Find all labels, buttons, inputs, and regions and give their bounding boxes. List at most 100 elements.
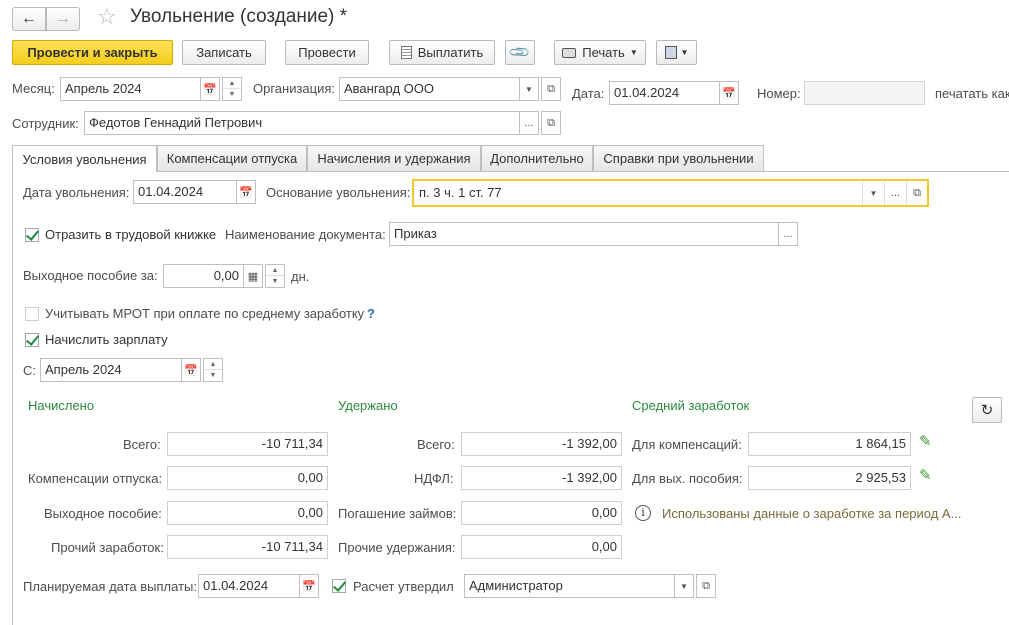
date-label: Дата: xyxy=(572,86,605,101)
dismissal-date-label: Дата увольнения: xyxy=(23,185,130,200)
refresh-button[interactable]: ↻ xyxy=(972,397,1002,423)
refresh-icon: ↻ xyxy=(980,402,994,419)
accrued-severance-value: 0,00 xyxy=(167,501,328,525)
withheld-ndfl-label: НДФЛ: xyxy=(414,471,454,486)
approved-by-input[interactable]: Администратор xyxy=(464,574,675,598)
organization-dropdown-icon[interactable]: ▼ xyxy=(519,77,539,101)
document-icon xyxy=(400,46,412,59)
tab-accruals-deductions[interactable]: Начисления и удержания xyxy=(307,145,481,171)
average-info-link[interactable]: Использованы данные о заработке за перио… xyxy=(662,506,961,522)
post-button[interactable]: Провести xyxy=(285,40,369,65)
forward-button[interactable]: → xyxy=(46,7,80,31)
calendar-icon[interactable]: 📅 xyxy=(181,358,201,382)
withheld-header: Удержано xyxy=(338,398,398,413)
accrue-salary-checkbox[interactable] xyxy=(25,333,39,347)
spinner-down-icon[interactable]: ▼ xyxy=(266,276,284,287)
from-month-spinner[interactable]: ▲ ▼ xyxy=(203,358,223,382)
month-label: Месяц: xyxy=(12,81,55,96)
favorite-star-icon[interactable]: ☆ xyxy=(97,4,117,30)
severance-unit-label: дн. xyxy=(291,269,310,284)
calculator-icon[interactable]: ▦ xyxy=(243,264,263,288)
organization-input[interactable]: Авангард ООО xyxy=(339,77,520,101)
save-button[interactable]: Записать xyxy=(182,40,266,65)
dismissal-reason-label: Основание увольнения: xyxy=(266,185,411,200)
severance-spinner[interactable]: ▲ ▼ xyxy=(265,264,285,288)
arrow-right-icon: → xyxy=(55,10,71,27)
print-button[interactable]: Печать ▼ xyxy=(554,40,646,65)
approved-label: Расчет утвердил xyxy=(353,579,454,594)
attachment-button[interactable]: 📎 xyxy=(505,40,535,65)
spinner-up-icon[interactable]: ▲ xyxy=(204,359,222,370)
average-earnings-header: Средний заработок xyxy=(632,398,750,413)
organization-label: Организация: xyxy=(253,81,336,96)
tab-additional[interactable]: Дополнительно xyxy=(481,145,593,171)
withheld-other-value: 0,00 xyxy=(461,535,622,559)
calendar-icon[interactable]: 📅 xyxy=(200,77,220,101)
employee-input[interactable]: Федотов Геннадий Петрович xyxy=(84,111,520,135)
dismissal-date-input[interactable]: 01.04.2024 xyxy=(133,180,237,204)
tab-vacation-compensation[interactable]: Компенсации отпуска xyxy=(157,145,307,171)
spinner-down-icon[interactable]: ▼ xyxy=(204,370,222,381)
organization-open-icon[interactable]: ⧉ xyxy=(541,77,561,101)
calendar-icon[interactable]: 📅 xyxy=(299,574,319,598)
average-severance-label: Для вых. пособия: xyxy=(632,471,743,486)
paperclip-icon: 📎 xyxy=(507,40,532,64)
tab-dismissal-conditions[interactable]: Условия увольнения xyxy=(12,145,157,172)
help-icon[interactable]: ? xyxy=(367,306,375,322)
spinner-up-icon[interactable]: ▲ xyxy=(266,265,284,276)
dismissal-reason-open-icon[interactable]: ⧉ xyxy=(906,181,927,205)
approved-by-dropdown-icon[interactable]: ▼ xyxy=(674,574,694,598)
post-and-close-button[interactable]: Провести и закрыть xyxy=(12,40,173,65)
accrued-total-value: -10 711,34 xyxy=(167,432,328,456)
pay-button[interactable]: Выплатить xyxy=(389,40,495,65)
average-severance-value: 2 925,53 xyxy=(748,466,911,490)
month-spinner[interactable]: ▲ ▼ xyxy=(222,77,242,101)
doc-name-select-icon[interactable]: ... xyxy=(778,222,798,246)
withheld-ndfl-value: -1 392,00 xyxy=(461,466,622,490)
average-comp-value: 1 864,15 xyxy=(748,432,911,456)
planned-date-input[interactable]: 01.04.2024 xyxy=(198,574,300,598)
approved-checkbox[interactable] xyxy=(332,579,346,593)
number-input[interactable] xyxy=(804,81,925,105)
edit-pencil-icon[interactable]: ✎ xyxy=(919,432,932,450)
arrow-left-icon: ← xyxy=(21,10,37,27)
pay-button-label: Выплатить xyxy=(417,45,484,60)
printer-icon xyxy=(562,47,577,58)
reflect-workbook-checkbox[interactable] xyxy=(25,228,39,242)
date-input[interactable]: 01.04.2024 xyxy=(609,81,720,105)
tab-certificates[interactable]: Справки при увольнении xyxy=(593,145,764,171)
document-add-icon xyxy=(664,46,677,59)
from-month-input[interactable]: Апрель 2024 xyxy=(40,358,182,382)
average-comp-label: Для компенсаций: xyxy=(632,437,742,452)
accrued-vacation-value: 0,00 xyxy=(167,466,328,490)
dismissal-reason-dropdown-icon[interactable]: ▼ xyxy=(862,181,884,205)
severance-days-input[interactable]: 0,00 xyxy=(163,264,244,288)
from-label: С: xyxy=(23,363,36,378)
back-button[interactable]: ← xyxy=(12,7,46,31)
withheld-loans-label: Погашение займов: xyxy=(338,506,457,521)
month-input[interactable]: Апрель 2024 xyxy=(60,77,201,101)
accrued-other-label: Прочий заработок: xyxy=(51,540,164,555)
calendar-icon[interactable]: 📅 xyxy=(236,180,256,204)
calendar-icon[interactable]: 📅 xyxy=(719,81,739,105)
accrued-vacation-label: Компенсации отпуска: xyxy=(28,471,163,486)
dismissal-reason-select-icon[interactable]: ... xyxy=(884,181,906,205)
more-actions-button[interactable]: ▼ xyxy=(656,40,697,65)
employee-select-icon[interactable]: ... xyxy=(519,111,539,135)
approved-by-open-icon[interactable]: ⧉ xyxy=(696,574,716,598)
employee-label: Сотрудник: xyxy=(12,116,79,131)
accrued-other-value: -10 711,34 xyxy=(167,535,328,559)
dismissal-reason-input[interactable]: п. 3 ч. 1 ст. 77 xyxy=(419,185,502,200)
severance-days-label: Выходное пособие за: xyxy=(23,268,158,283)
doc-name-input[interactable]: Приказ xyxy=(389,222,779,246)
reflect-workbook-label: Отразить в трудовой книжке xyxy=(45,227,217,242)
withheld-loans-value: 0,00 xyxy=(461,501,622,525)
doc-name-label: Наименование документа: xyxy=(225,227,386,242)
mrot-label: Учитывать МРОТ при оплате по среднему за… xyxy=(45,306,365,321)
mrot-checkbox[interactable] xyxy=(25,307,39,321)
employee-open-icon[interactable]: ⧉ xyxy=(541,111,561,135)
edit-pencil-icon[interactable]: ✎ xyxy=(919,466,932,484)
withheld-total-label: Всего: xyxy=(417,437,455,452)
spinner-down-icon[interactable]: ▼ xyxy=(223,89,241,100)
spinner-up-icon[interactable]: ▲ xyxy=(223,78,241,89)
